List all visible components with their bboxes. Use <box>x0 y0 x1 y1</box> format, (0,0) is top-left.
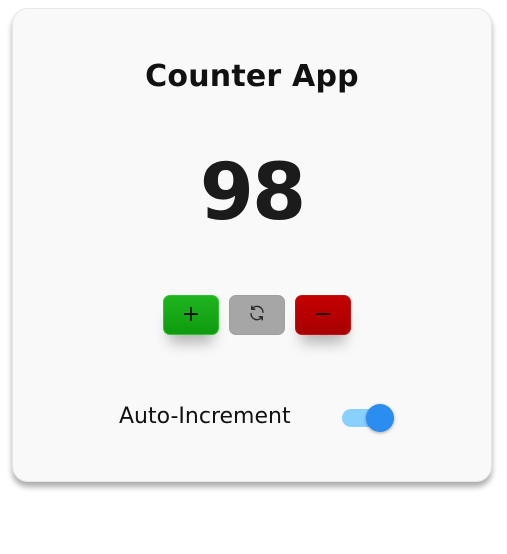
toggle-knob <box>366 404 394 432</box>
increment-button[interactable]: + <box>163 295 219 335</box>
counter-card: Counter App 98 + − Auto-Increment <box>12 8 492 482</box>
stage: Counter App 98 + − Auto-Increment <box>0 0 507 554</box>
reset-button[interactable] <box>229 295 285 335</box>
plus-icon: + <box>181 302 201 327</box>
decrement-button[interactable]: − <box>295 295 351 335</box>
auto-increment-row: Auto-Increment <box>13 401 491 433</box>
refresh-icon <box>248 304 266 327</box>
auto-increment-toggle[interactable] <box>342 404 394 432</box>
counter-controls: + − <box>163 295 353 337</box>
app-title: Counter App <box>145 59 359 94</box>
counter-value: 98 <box>199 148 307 238</box>
auto-increment-label: Auto-Increment <box>119 404 291 429</box>
minus-icon: − <box>313 302 333 327</box>
